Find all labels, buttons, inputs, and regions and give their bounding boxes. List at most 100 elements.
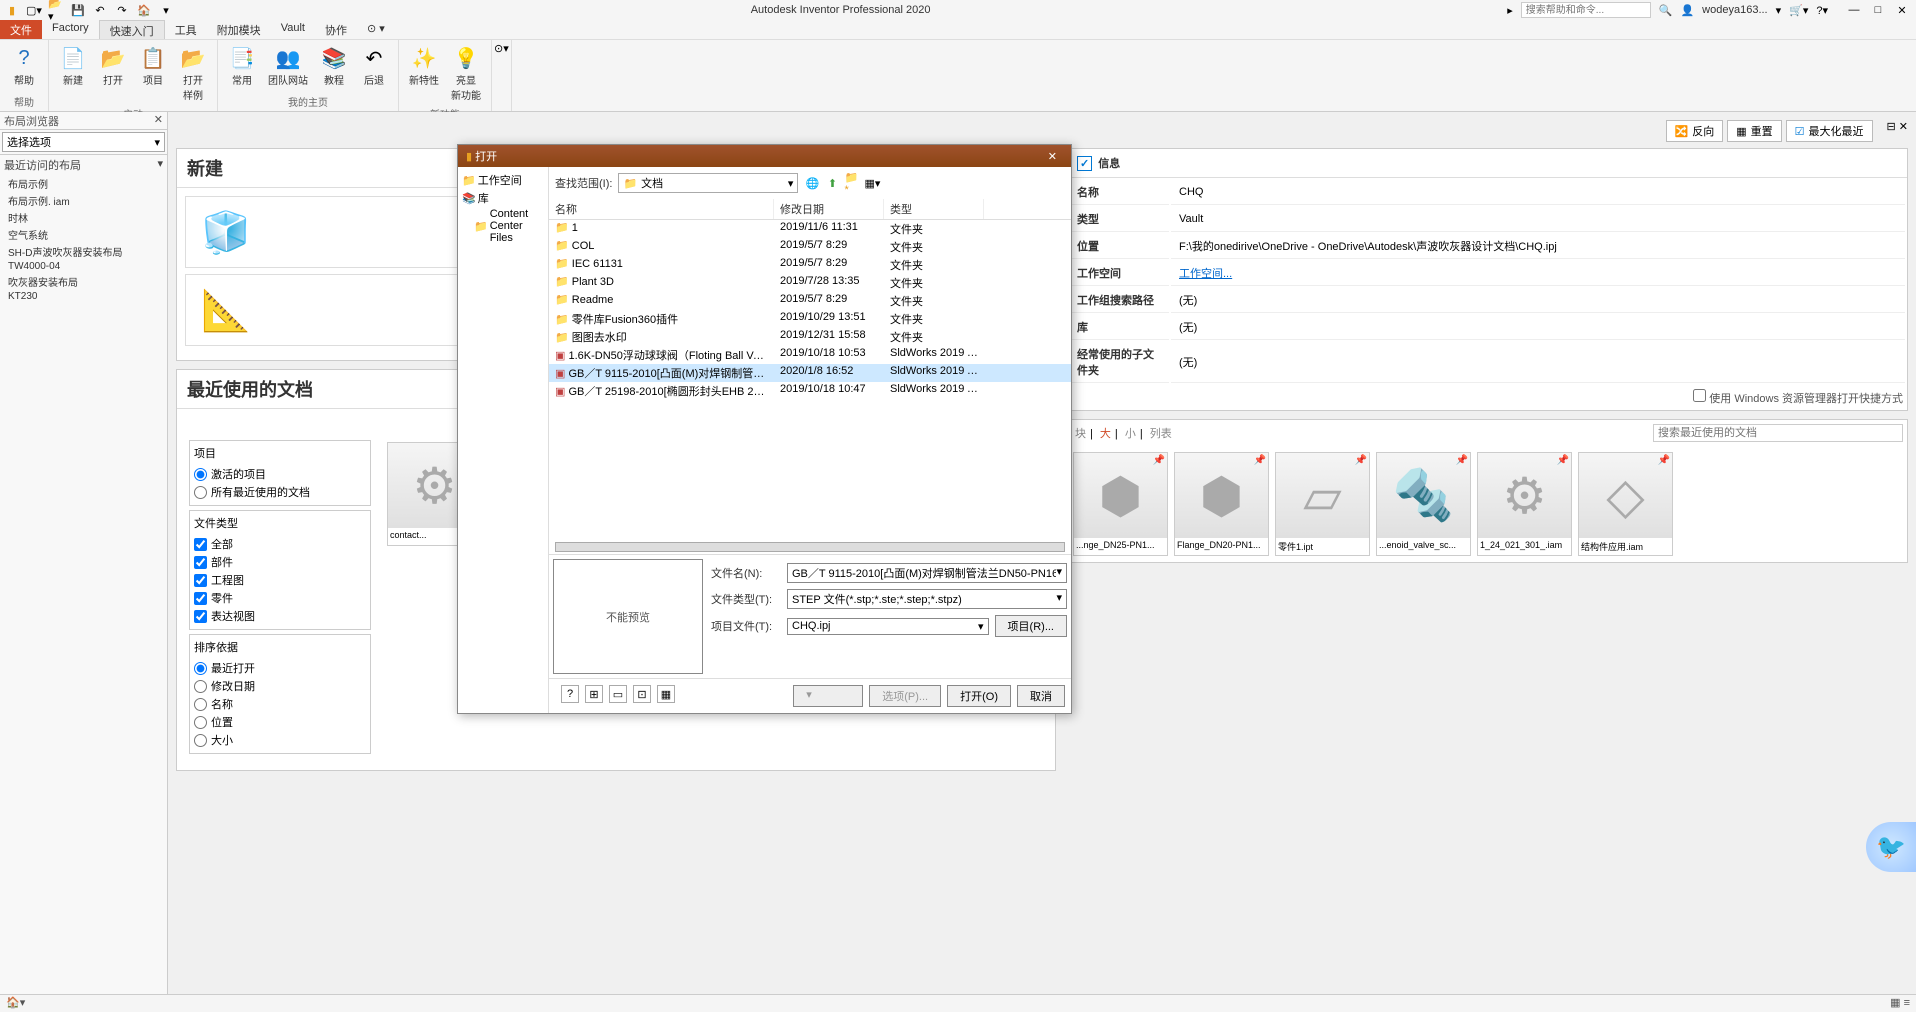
sort-size[interactable]: 大小	[194, 731, 366, 749]
new-icon[interactable]: ▢▾	[26, 2, 42, 18]
save-icon[interactable]: 💾	[70, 2, 86, 18]
layout-item[interactable]: KT230	[0, 290, 167, 303]
sort-date[interactable]: 修改日期	[194, 677, 366, 695]
info-workspace-link[interactable]: 工作空间...	[1179, 268, 1232, 280]
sort-position[interactable]: 位置	[194, 713, 366, 731]
horizontal-scrollbar[interactable]	[555, 542, 1065, 552]
modal-close-button[interactable]: ✕	[1042, 150, 1063, 163]
qat-dropdown-icon[interactable]: ▾	[158, 2, 174, 18]
layout-item[interactable]: SH-D声波吹灰器安装布局	[0, 243, 167, 260]
tab-quick[interactable]: 快速入门	[99, 20, 165, 39]
file-row[interactable]: 📁 COL2019/5/7 8:29文件夹	[549, 238, 1071, 256]
tutorial-button[interactable]: 📚教程	[316, 42, 352, 89]
search-recent-input[interactable]	[1653, 424, 1903, 442]
project-button[interactable]: 📋项目	[135, 42, 171, 104]
filter-presentation[interactable]: 表达视图	[194, 607, 366, 625]
tab-factory[interactable]: Factory	[42, 20, 99, 39]
cart-icon[interactable]: 🛒▾	[1789, 4, 1808, 17]
project-button[interactable]: 项目(R)...	[995, 615, 1067, 637]
file-row[interactable]: ▣ GB／T 25198-2010[椭圆形封头EHB 219×6]2019/10…	[549, 382, 1071, 400]
tab-tools[interactable]: 工具	[165, 20, 207, 39]
thumb-tile[interactable]: ▱📌零件1.ipt	[1275, 452, 1370, 556]
search-icon[interactable]: 🔍	[1659, 4, 1673, 17]
newfeature-button[interactable]: ✨新特性	[405, 42, 443, 104]
reset-button[interactable]: ▦ 重置	[1727, 120, 1781, 142]
col-name[interactable]: 名称	[549, 199, 774, 219]
file-row[interactable]: 📁 IEC 611312019/5/7 8:29文件夹	[549, 256, 1071, 274]
help-button[interactable]: ?帮助	[6, 42, 42, 89]
open-icon[interactable]: 📂▾	[48, 2, 64, 18]
footer-icon-3[interactable]: ▭	[609, 685, 627, 703]
layout-item[interactable]: 布局示例	[0, 175, 167, 192]
tab-bullet[interactable]: ⊙ ▾	[357, 20, 395, 39]
file-row[interactable]: 📁 Readme2019/5/7 8:29文件夹	[549, 292, 1071, 310]
undo-icon[interactable]: ↶	[92, 2, 108, 18]
dropdown-blank[interactable]: ▾	[793, 685, 863, 707]
lookin-combo[interactable]: 📁文档▾	[618, 173, 798, 193]
filter-part[interactable]: 零件	[194, 589, 366, 607]
new-button[interactable]: 📄新建	[55, 42, 91, 104]
filter-assembly[interactable]: 部件	[194, 553, 366, 571]
collapse-panel-button[interactable]: ⊟ ✕	[1887, 120, 1909, 142]
sort-recent[interactable]: 最近打开	[194, 659, 366, 677]
view-list[interactable]: 列表	[1146, 428, 1176, 440]
file-row[interactable]: 📁 图图去水印2019/12/31 15:58文件夹	[549, 328, 1071, 346]
file-row[interactable]: ▣ 1.6K-DN50浮动球球阀（Floting Ball Value）2019…	[549, 346, 1071, 364]
filter-active[interactable]: 激活的项目	[194, 465, 366, 483]
file-row[interactable]: 📁 Plant 3D2019/7/28 13:35文件夹	[549, 274, 1071, 292]
panel-close[interactable]: ✕	[154, 113, 163, 128]
view-big[interactable]: 大	[1096, 428, 1115, 440]
thumb-tile[interactable]: ◇📌结构件应用.iam	[1578, 452, 1673, 556]
thumb-tile[interactable]: ⬢📌...nge_DN25-PN1...	[1073, 452, 1168, 556]
open-button[interactable]: 📂打开	[95, 42, 131, 104]
layout-item[interactable]: 空气系统	[0, 226, 167, 243]
minimize-button[interactable]: —	[1844, 2, 1864, 18]
app-icon[interactable]: ▮	[4, 2, 20, 18]
open-button[interactable]: 打开(O)	[947, 685, 1011, 707]
nav-newfolder-icon[interactable]: 📁*	[844, 175, 860, 191]
sort-name[interactable]: 名称	[194, 695, 366, 713]
back-button[interactable]: ↶后退	[356, 42, 392, 89]
tab-addons[interactable]: 附加模块	[207, 20, 271, 39]
thumb-tile[interactable]: 🔩📌...enoid_valve_sc...	[1376, 452, 1471, 556]
team-button[interactable]: 👥团队网站	[264, 42, 312, 89]
help-icon[interactable]: ?▾	[1816, 4, 1828, 17]
file-row[interactable]: 📁 零件库Fusion360插件2019/10/29 13:51文件夹	[549, 310, 1071, 328]
layout-item[interactable]: 吹灰器安装布局	[0, 273, 167, 290]
tree-library[interactable]: 📚 库	[462, 189, 544, 207]
thumb-tile[interactable]: ⚙📌1_24_021_301_.iam	[1477, 452, 1572, 556]
layout-item[interactable]: 时林	[0, 209, 167, 226]
restore-button[interactable]: □	[1868, 2, 1888, 18]
project-combo[interactable]: CHQ.ipj▾	[787, 618, 989, 635]
filetype-combo[interactable]: STEP 文件(*.stp;*.ste;*.step;*.stpz)▾	[787, 589, 1067, 609]
explorer-checkbox[interactable]: 使用 Windows 资源管理器打开快捷方式	[1693, 393, 1903, 405]
view-tile[interactable]: 块	[1071, 428, 1090, 440]
layout-item[interactable]: TW4000-04	[0, 260, 167, 273]
open-sample-button[interactable]: 📂打开 样例	[175, 42, 211, 104]
nav-up-icon[interactable]: ⬆	[824, 175, 840, 191]
filter-drawing[interactable]: 工程图	[194, 571, 366, 589]
maximize-button[interactable]: 最大化最近	[1786, 120, 1873, 142]
redo-icon[interactable]: ↷	[114, 2, 130, 18]
frequent-button[interactable]: 📑常用	[224, 42, 260, 89]
user-dropdown-icon[interactable]: ▾	[1776, 4, 1782, 17]
footer-icon-5[interactable]: ▦	[657, 685, 675, 703]
close-button[interactable]: ✕	[1892, 2, 1912, 18]
tab-vault[interactable]: Vault	[271, 20, 315, 39]
filename-input[interactable]: GB／T 9115-2010[凸面(M)对焊钢制管法兰DN50-PN16 II]…	[787, 563, 1067, 583]
tab-file[interactable]: 文件	[0, 20, 42, 39]
thumb-tile[interactable]: ⬢📌Flange_DN20-PN1...	[1174, 452, 1269, 556]
nav-view-icon[interactable]: ▦▾	[864, 175, 880, 191]
footer-icon-2[interactable]: ⊞	[585, 685, 603, 703]
flip-button[interactable]: 🔀 反向	[1666, 120, 1724, 142]
tab-collab[interactable]: 协作	[315, 20, 357, 39]
status-home[interactable]: 🏠▾	[6, 997, 25, 1009]
highlight-button[interactable]: 💡亮显 新功能	[447, 42, 485, 104]
user-label[interactable]: wodeya163...	[1702, 4, 1767, 16]
file-row[interactable]: ▣ GB／T 9115-2010[凸面(M)对焊钢制管法兰DN50-...202…	[549, 364, 1071, 382]
options-button[interactable]: 选项(P)...	[869, 685, 941, 707]
tree-ccf[interactable]: 📁 Content Center Files	[462, 207, 544, 245]
filter-all-recent[interactable]: 所有最近使用的文档	[194, 483, 366, 501]
home-icon[interactable]: 🏠	[136, 2, 152, 18]
filter-all[interactable]: 全部	[194, 535, 366, 553]
